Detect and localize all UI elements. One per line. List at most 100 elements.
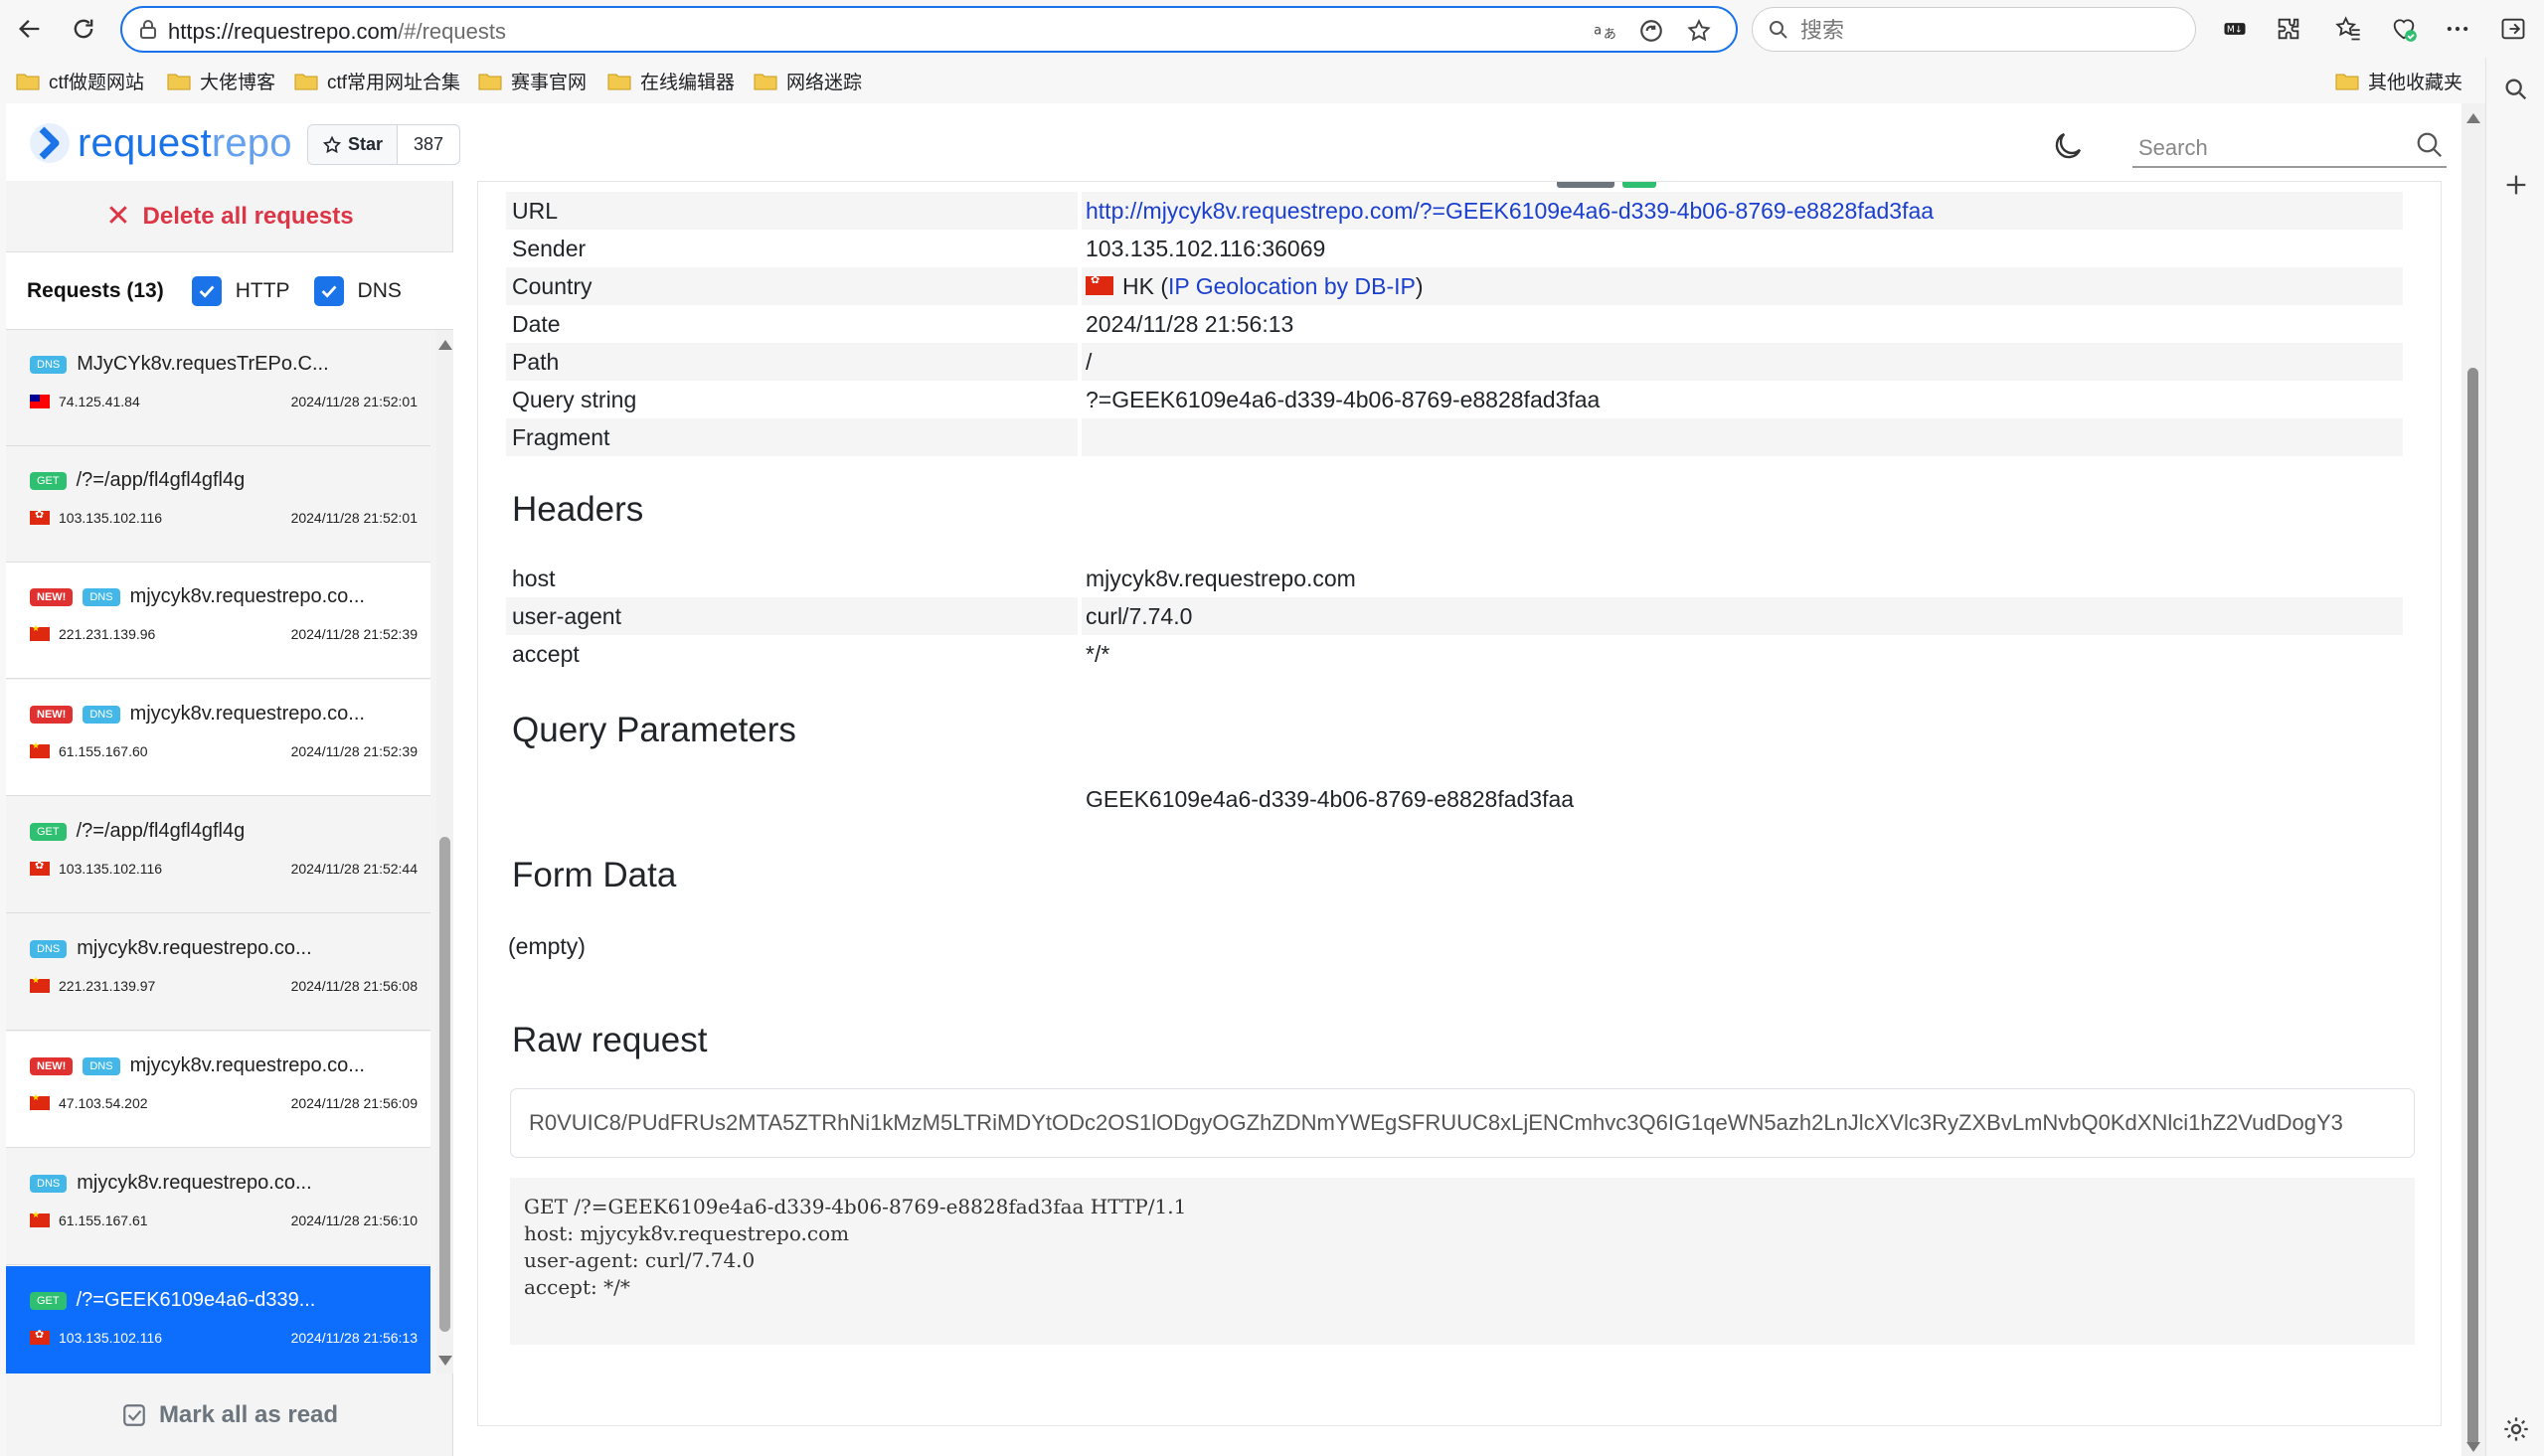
dns-filter-checkbox[interactable] — [313, 275, 344, 306]
dns-badge: DNS — [30, 939, 68, 958]
performance-button[interactable] — [2384, 9, 2424, 49]
address-bar[interactable]: https://requestrepo.com/#/requests aあ — [120, 6, 1738, 53]
browser-search-input[interactable] — [1798, 17, 2176, 45]
lock-icon[interactable] — [136, 18, 160, 42]
country-flag-icon — [30, 975, 50, 993]
browser-search-box[interactable] — [1752, 7, 2196, 52]
favorite-star-icon[interactable] — [1685, 17, 1713, 45]
scroll-up-arrow-icon[interactable] — [2466, 113, 2480, 123]
more-button[interactable] — [2438, 9, 2477, 49]
folder-icon — [167, 74, 191, 89]
country-flag-icon — [30, 395, 50, 408]
page-search-input[interactable] — [2136, 134, 2395, 162]
raw-request-heading: Raw request — [512, 1021, 708, 1059]
svg-text:あ: あ — [1604, 28, 1616, 43]
other-bookmarks-folder[interactable]: 其他收藏夹 — [2335, 68, 2462, 93]
request-list-item-selected[interactable]: GET /?=GEEK6109e4a6-d339... 103.135.102.1… — [6, 1266, 430, 1374]
page-search-box[interactable] — [2132, 126, 2447, 168]
page-scrollbar[interactable] — [2461, 103, 2485, 1456]
raw-request-text[interactable]: GET /?=GEEK6109e4a6-d339-4b06-8769-e8828… — [510, 1178, 2415, 1345]
request-list-item[interactable]: NEW! DNS mjycyk8v.requestrepo.co... 61.155… — [6, 680, 430, 796]
bookmark-folder[interactable]: 在线编辑器 — [607, 68, 735, 93]
mark-all-read-button[interactable]: Mark all as read — [6, 1374, 453, 1456]
bookmark-folder[interactable]: ctf常用网址合集 — [294, 68, 460, 93]
favorites-button[interactable] — [2328, 9, 2368, 49]
bookmark-folder[interactable]: ctf做题网站 — [16, 68, 144, 93]
plus-icon[interactable] — [2502, 171, 2530, 199]
country-flag-icon — [30, 508, 50, 525]
star-icon — [322, 135, 342, 153]
scroll-up-arrow-icon[interactable] — [438, 340, 452, 350]
sidebar-toggle-button[interactable] — [2493, 9, 2533, 49]
raw-request-base64[interactable]: R0VUIC8/PUdFRUs2MTA5ZTRhNi1kMzM5LTRiMDYt… — [510, 1088, 2415, 1158]
request-time: 2024/11/28 21:52:01 — [290, 510, 418, 526]
request-list-item[interactable]: GET /?=/app/fl4gfl4gfl4g 103.135.102.116 2… — [6, 446, 430, 563]
request-list-item[interactable]: GET /?=/app/fl4gfl4gfl4g 103.135.102.116 2… — [6, 797, 430, 913]
svg-text:a: a — [1594, 23, 1602, 38]
github-star-button[interactable]: Star — [308, 125, 399, 164]
scrollbar-thumb[interactable] — [2467, 368, 2478, 1446]
arrow-left-icon — [19, 20, 40, 38]
search-icon[interactable] — [2415, 130, 2445, 160]
geolocation-link[interactable]: IP Geolocation by DB-IP — [1168, 273, 1416, 299]
moon-icon[interactable] — [2050, 128, 2086, 164]
request-list-item[interactable]: NEW! DNS mjycyk8v.requestrepo.co... 221.23… — [6, 563, 430, 679]
request-title: /?=/app/fl4gfl4gfl4g — [76, 468, 246, 491]
request-list-item[interactable]: DNS mjycyk8v.requestrepo.co... 221.231.13… — [6, 914, 430, 1031]
extensions-button[interactable] — [2269, 9, 2308, 49]
request-title: /?=/app/fl4gfl4gfl4g — [76, 819, 246, 842]
gear-icon[interactable] — [2502, 1415, 2530, 1443]
github-star-count[interactable]: 387 — [398, 125, 459, 164]
folder-icon — [478, 74, 502, 89]
request-ip: 47.103.54.202 — [59, 1095, 148, 1111]
svg-text:M↓: M↓ — [2227, 25, 2243, 36]
scroll-down-arrow-icon[interactable] — [438, 1356, 452, 1366]
request-title: MJyCYk8v.requesTrEPo.C... — [77, 352, 329, 375]
reading-mode-button[interactable]: M↓ — [2215, 9, 2255, 49]
request-time: 2024/11/28 21:56:13 — [290, 1330, 418, 1346]
headers-heading: Headers — [512, 490, 644, 529]
detail-row-fragment: Fragment — [478, 418, 2441, 456]
request-list-item[interactable]: NEW! DNS mjycyk8v.requestrepo.co... 47.103… — [6, 1032, 430, 1148]
request-time: 2024/11/28 21:52:01 — [290, 394, 418, 409]
bookmark-folder[interactable]: 网络迷踪 — [754, 68, 862, 93]
request-ip: 74.125.41.84 — [59, 394, 140, 409]
request-time: 2024/11/28 21:52:39 — [290, 743, 418, 759]
request-url-link[interactable]: http://mjycyk8v.requestrepo.com/?=GEEK61… — [1086, 198, 1934, 224]
request-details: URL http://mjycyk8v.requestrepo.com/?=GE… — [477, 181, 2442, 1426]
request-list-scrollbar[interactable] — [436, 330, 453, 1374]
delete-all-requests-button[interactable]: ✕ Delete all requests — [6, 181, 453, 252]
bookmark-folder[interactable]: 赛事官网 — [478, 68, 587, 93]
header-row: host mjycyk8v.requestrepo.com — [512, 566, 1356, 591]
reload-button[interactable] — [64, 9, 103, 49]
request-time: 2024/11/28 21:52:44 — [290, 861, 418, 877]
bookmark-folder[interactable]: 大佬博客 — [167, 68, 275, 93]
url-text[interactable]: https://requestrepo.com/#/requests — [168, 19, 506, 45]
detail-row-country: Country HK (IP Geolocation by DB-IP) — [478, 267, 2441, 305]
refresh-circle-icon[interactable] — [1637, 17, 1665, 45]
scrollbar-thumb[interactable] — [439, 837, 450, 1332]
new-badge: NEW! — [30, 1056, 74, 1075]
new-badge: NEW! — [30, 587, 74, 606]
country-flag-icon — [30, 1092, 50, 1110]
request-list-item[interactable]: DNS MJyCYk8v.requesTrEPo.C... 74.125.41.8… — [6, 330, 430, 446]
dns-filter-label[interactable]: DNS — [358, 279, 402, 303]
scroll-down-arrow-icon[interactable] — [2466, 1442, 2480, 1452]
translate-icon[interactable]: aあ — [1592, 17, 1619, 45]
country-flag-icon — [30, 859, 50, 876]
request-list-item[interactable]: DNS mjycyk8v.requestrepo.co... 61.155.167… — [6, 1149, 430, 1265]
http-filter-checkbox[interactable] — [191, 275, 222, 306]
query-param-row: GEEK6109e4a6-d339-4b06-8769-e8828fad3faa — [1086, 786, 1575, 812]
method-pill — [1557, 182, 1614, 188]
country-flag-icon — [30, 1210, 50, 1227]
site-logo[interactable]: requestrepo — [28, 119, 292, 167]
country-flag-icon — [30, 1328, 50, 1345]
request-filters: Requests (13) HTTP DNS — [6, 252, 453, 330]
back-button[interactable] — [10, 9, 50, 49]
request-time: 2024/11/28 21:56:10 — [290, 1213, 418, 1228]
search-icon[interactable] — [2502, 76, 2530, 103]
requestrepo-page: requestrepo Star 387 ✕ Delete all reques… — [6, 103, 2467, 1456]
checkmark-icon — [199, 284, 215, 298]
sidebar-exit-icon — [2501, 18, 2525, 40]
http-filter-label[interactable]: HTTP — [236, 279, 290, 303]
